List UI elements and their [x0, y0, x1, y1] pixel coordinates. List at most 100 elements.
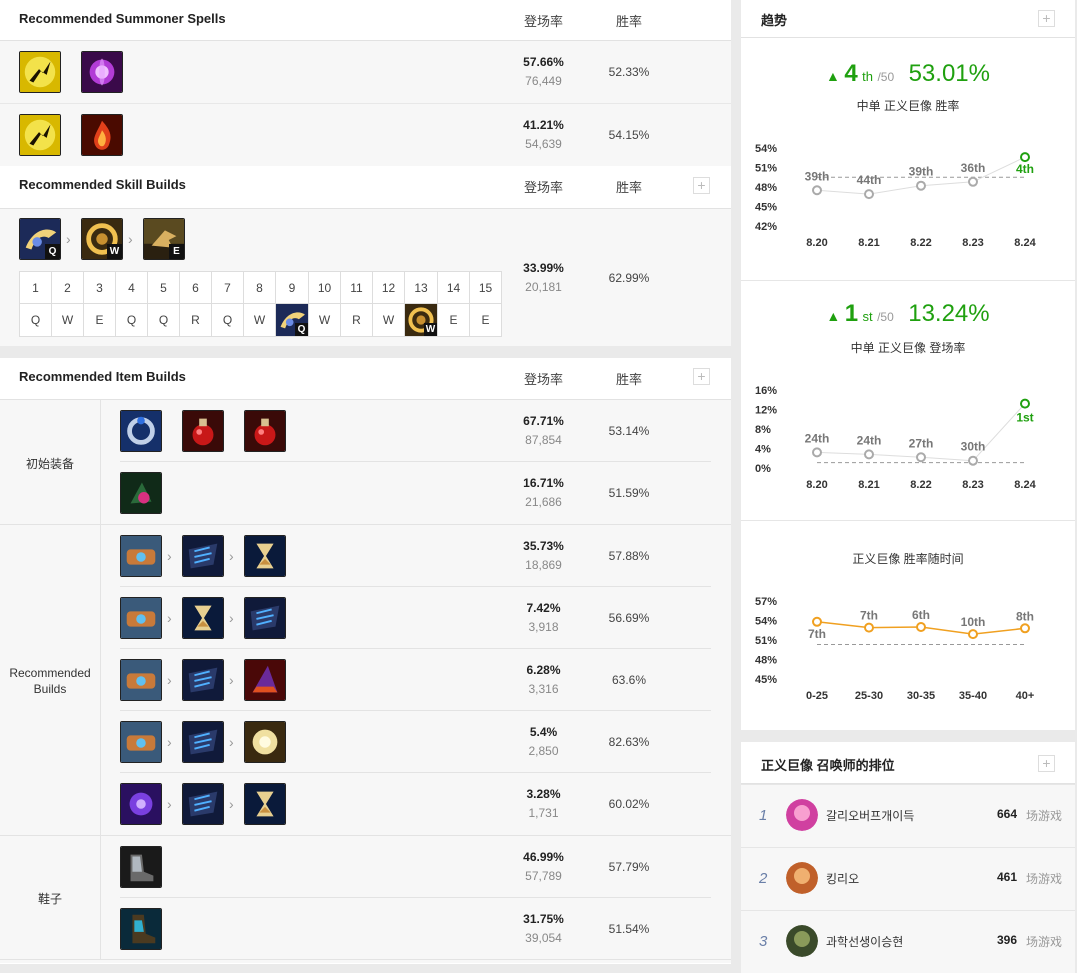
y-tick-label: 45% — [755, 674, 777, 686]
void-staff-icon[interactable] — [182, 659, 224, 701]
zhonya-hourglass-icon[interactable] — [244, 783, 286, 825]
rabadon-deathcap-icon[interactable] — [244, 659, 286, 701]
pickrate-patch-chart: 16% 12% 8% 4% 0% 24th 24th 27th 30th 1st 8.20 8.21 8… — [755, 385, 1037, 491]
skill-order-table: 1 2 3 4 5 6 7 8 9 10 11 12 13 14 15 QWEQQRQWQWRWWEE — [19, 271, 502, 337]
item-build-group: 鞋子 46.99% 57,789 57.79% 31.75% 39,054 51.54% — [0, 836, 731, 960]
e-skill-icon[interactable]: E — [143, 218, 185, 260]
pick-count: 20,181 — [525, 280, 562, 294]
item-build-group: 初始装备 67.71% 87,854 53.14% 16.71% 21,686 51.59% — [0, 400, 731, 525]
zhonya-hourglass-icon[interactable] — [182, 597, 224, 639]
skill-key-label: Q — [295, 323, 308, 336]
y-tick-label: 45% — [755, 202, 777, 214]
pick-count: 18,869 — [525, 558, 562, 572]
winrate-column-header: 胜率 — [615, 14, 642, 29]
summoner-name[interactable]: 킹리오 — [826, 870, 859, 887]
zhonya-hourglass-icon[interactable] — [244, 535, 286, 577]
void-staff-icon[interactable] — [244, 597, 286, 639]
teleport-spell-icon[interactable] — [81, 51, 123, 93]
flash-spell-icon[interactable] — [19, 51, 61, 93]
trend-title: 趋势 — [761, 13, 788, 28]
summoner-name[interactable]: 갈리오버프개이득 — [826, 807, 914, 824]
skill-sequence-cell: Q — [275, 303, 309, 337]
ignite-spell-icon[interactable] — [81, 114, 123, 156]
skill-key-label: Q — [45, 244, 60, 259]
expand-plus-icon[interactable]: + — [1038, 10, 1055, 27]
data-point — [864, 449, 874, 460]
pickrate-column-header: 登场率 — [523, 372, 563, 387]
hextech-protobelt-icon[interactable] — [120, 659, 162, 701]
skill-key-label: W — [107, 244, 122, 259]
pick-rate: 35.73% — [523, 539, 564, 553]
hextech-protobelt-icon[interactable] — [120, 535, 162, 577]
pick-count: 3,918 — [528, 620, 559, 634]
skill-sequence-cell: Q — [147, 303, 180, 337]
rank-number: 3 — [759, 933, 768, 950]
expand-plus-icon[interactable]: + — [1038, 755, 1055, 772]
rank-total: /50 — [877, 70, 895, 84]
skill-sequence-cell: W — [51, 303, 84, 337]
chevron-right-icon: › — [167, 796, 172, 812]
point-rank-label: 24th — [857, 433, 882, 447]
rank-number: 1 — [844, 300, 859, 327]
flash-spell-icon[interactable] — [19, 114, 61, 156]
skill-level-cell: 8 — [243, 271, 276, 304]
win-rate: 51.54% — [608, 922, 650, 936]
chevron-right-icon: › — [229, 610, 234, 626]
point-rank-label: 44th — [857, 173, 882, 187]
trend-header: 趋势 + — [741, 0, 1075, 38]
chevron-right-icon: › — [167, 734, 172, 750]
health-potion-icon[interactable] — [182, 410, 224, 452]
expand-plus-icon[interactable]: + — [693, 177, 710, 194]
data-point — [864, 189, 874, 200]
skill-sequence-cell: E — [83, 303, 116, 337]
summoner-rank-row[interactable]: 1 갈리오버프개이득 664 场游戏 — [741, 784, 1075, 847]
point-rank-label: 24th — [805, 431, 830, 445]
x-tick-label: 8.22 — [910, 237, 931, 249]
sorcerer-shoes-icon[interactable] — [120, 846, 162, 888]
chevron-right-icon: › — [229, 548, 234, 564]
win-rate: 57.79% — [608, 860, 650, 874]
win-rate: 57.88% — [608, 549, 650, 563]
data-point — [1020, 152, 1030, 163]
ranking-card: 正义巨像 召唤师的排位 + 1 갈리오버프개이득 664 场游戏 2 킹리오 461 场游戏 3… — [741, 742, 1075, 973]
point-rank-label: 6th — [912, 608, 930, 622]
y-tick-label: 51% — [755, 635, 777, 647]
x-tick-label: 8.24 — [1014, 237, 1036, 249]
summoner-row: 57.66% 76,449 52.33% — [0, 41, 731, 104]
void-staff-icon[interactable] — [182, 535, 224, 577]
item-build-row: › › 5.4% 2,850 82.63% — [101, 711, 731, 773]
y-tick-label: 8% — [755, 424, 771, 436]
skill-sequence-cell: R — [340, 303, 373, 337]
summoner-spells-header: Recommended Summoner Spells 登场率 胜率 — [0, 0, 731, 41]
summoner-name[interactable]: 과학선생이승현 — [826, 933, 903, 950]
doran-ring-icon[interactable] — [120, 410, 162, 452]
up-arrow-icon: ▲ — [826, 308, 841, 324]
expand-plus-icon[interactable]: + — [693, 368, 710, 385]
data-point — [812, 616, 822, 627]
q-skill-icon[interactable]: Q — [19, 218, 61, 260]
pick-count: 3,316 — [528, 682, 559, 696]
void-staff-icon[interactable] — [182, 721, 224, 763]
point-rank-label: 1st — [1016, 411, 1033, 425]
hextech-protobelt-icon[interactable] — [120, 721, 162, 763]
void-staff-icon[interactable] — [182, 783, 224, 825]
health-potion-icon[interactable] — [244, 410, 286, 452]
skill-level-cell: 10 — [308, 271, 341, 304]
summoner-rank-row[interactable]: 2 킹리오 461 场游戏 — [741, 847, 1075, 910]
win-rate: 51.59% — [608, 486, 650, 500]
skill-level-cell: 15 — [469, 271, 502, 304]
rank-suffix: st — [862, 309, 873, 324]
y-tick-label: 48% — [755, 182, 777, 194]
skill-level-cell: 4 — [115, 271, 148, 304]
mercury-treads-icon[interactable] — [120, 908, 162, 950]
data-point — [916, 180, 926, 191]
point-rank-label: 39th — [805, 169, 830, 183]
w-skill-icon[interactable]: W — [81, 218, 123, 260]
win-rate: 54.15% — [608, 128, 650, 142]
point-rank-label: 8th — [1016, 609, 1034, 623]
corrupting-potion-icon[interactable] — [120, 472, 162, 514]
pick-rate: 5.4% — [529, 725, 558, 739]
luden-echo-icon[interactable] — [120, 783, 162, 825]
hextech-protobelt-icon[interactable] — [120, 597, 162, 639]
banshee-veil-icon[interactable] — [244, 721, 286, 763]
